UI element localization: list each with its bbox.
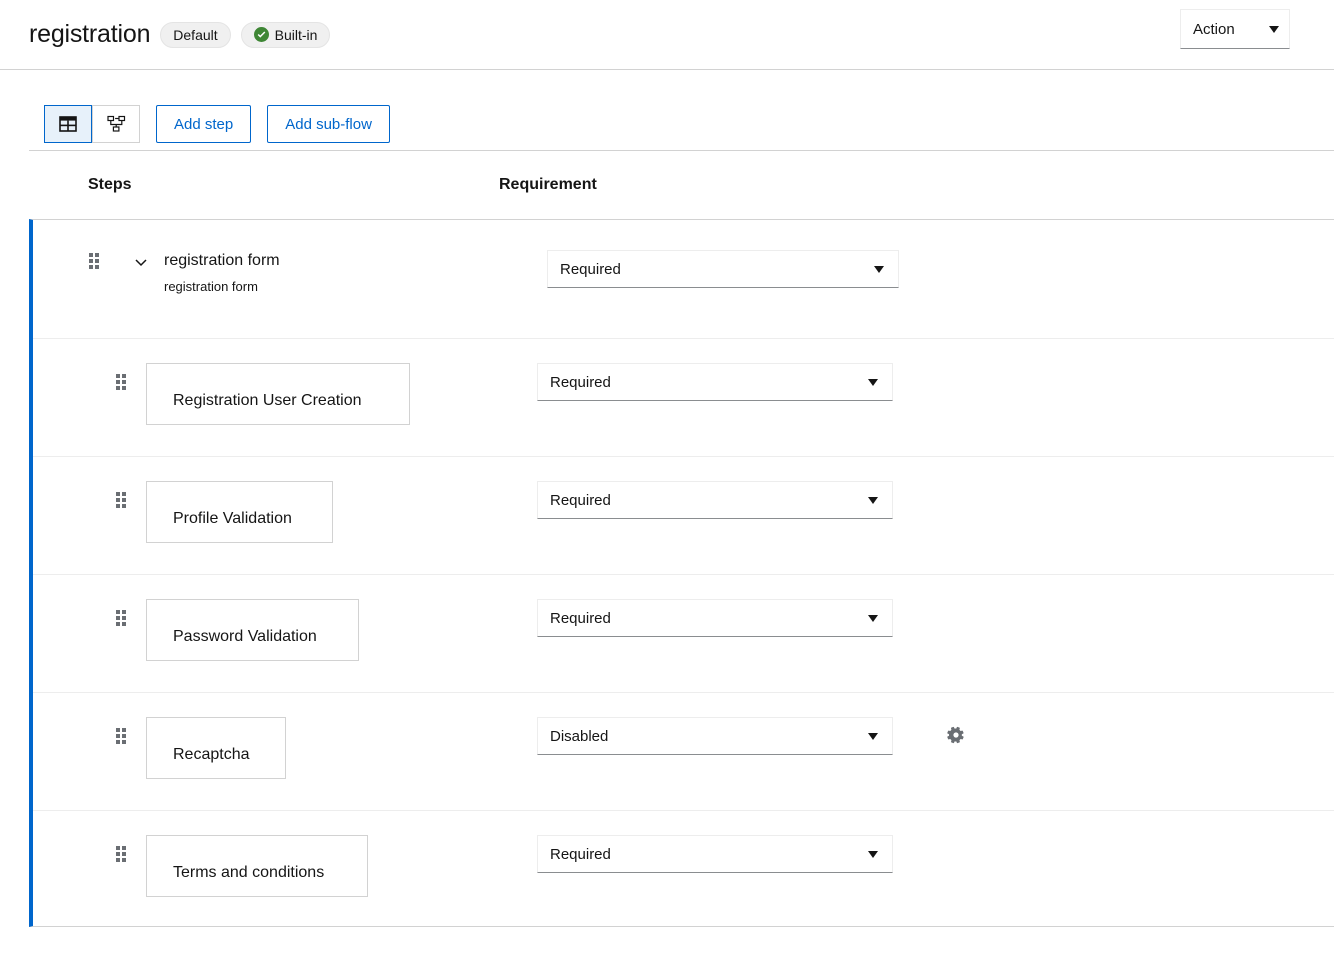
requirement-select[interactable]: Required	[537, 363, 893, 401]
flow-table: Steps Requirement registration form regi…	[29, 151, 1334, 927]
check-circle-icon	[254, 27, 269, 42]
table-icon	[59, 115, 77, 133]
page-header: registration Default Built-in Action	[0, 0, 1334, 70]
action-dropdown[interactable]: Action	[1180, 9, 1290, 49]
table-header-row: Steps Requirement	[29, 151, 1334, 219]
badge-label: Default	[173, 27, 217, 43]
drag-handle-icon[interactable]	[116, 610, 126, 626]
step-box[interactable]: Registration User Creation	[146, 363, 410, 425]
requirement-select[interactable]: Required	[547, 250, 899, 288]
add-sub-flow-button[interactable]: Add sub-flow	[267, 105, 390, 143]
drag-handle-icon[interactable]	[116, 846, 126, 862]
requirement-select[interactable]: Required	[537, 599, 893, 637]
step-box[interactable]: Password Validation	[146, 599, 359, 661]
step-box[interactable]: Recaptcha	[146, 717, 286, 779]
requirement-value: Required	[560, 261, 621, 278]
table-row: Registration User Creation Required	[33, 338, 1334, 456]
caret-down-icon	[868, 497, 878, 504]
step-box[interactable]: Profile Validation	[146, 481, 333, 543]
step-label: Profile Validation	[173, 510, 292, 528]
requirement-value: Required	[550, 492, 611, 509]
table-body: registration form registration form Requ…	[29, 219, 1334, 927]
requirement-value: Required	[550, 610, 611, 627]
requirement-value: Required	[550, 846, 611, 863]
requirement-select[interactable]: Required	[537, 835, 893, 873]
action-dropdown-label: Action	[1193, 21, 1235, 38]
drag-handle-icon[interactable]	[116, 492, 126, 508]
caret-down-icon	[868, 733, 878, 740]
table-row: Recaptcha Disabled	[33, 692, 1334, 810]
table-view-toggle[interactable]	[44, 105, 92, 143]
requirement-select[interactable]: Disabled	[537, 717, 893, 755]
status-badge-built-in: Built-in	[241, 22, 331, 48]
title-group: registration Default Built-in	[29, 22, 330, 48]
caret-down-icon	[1269, 26, 1279, 33]
caret-down-icon	[868, 851, 878, 858]
gear-icon[interactable]	[947, 726, 965, 744]
add-step-button[interactable]: Add step	[156, 105, 251, 143]
page-title: registration	[29, 22, 150, 47]
badge-label: Built-in	[275, 27, 318, 43]
view-toggle-group	[44, 105, 140, 143]
table-row: registration form registration form Requ…	[33, 220, 1334, 338]
table-row: Profile Validation Required	[33, 456, 1334, 574]
step-label: Recaptcha	[173, 746, 250, 764]
requirement-value: Disabled	[550, 728, 608, 745]
drag-handle-icon[interactable]	[116, 728, 126, 744]
caret-down-icon	[868, 615, 878, 622]
requirement-select[interactable]: Required	[537, 481, 893, 519]
requirement-value: Required	[550, 374, 611, 391]
table-row: Password Validation Required	[33, 574, 1334, 692]
diagram-icon	[107, 115, 126, 134]
table-row: Terms and conditions Required	[33, 810, 1334, 926]
column-header-requirement: Requirement	[499, 176, 899, 194]
caret-down-icon	[874, 266, 884, 273]
toolbar: Add step Add sub-flow	[0, 70, 1334, 150]
step-label: Registration User Creation	[173, 392, 362, 410]
drag-handle-icon[interactable]	[116, 374, 126, 390]
column-header-steps: Steps	[88, 176, 499, 194]
step-label: Terms and conditions	[173, 864, 324, 882]
caret-down-icon	[868, 379, 878, 386]
status-badge-default: Default	[160, 22, 230, 48]
step-label: Password Validation	[173, 628, 317, 646]
step-box[interactable]: Terms and conditions	[146, 835, 368, 897]
diagram-view-toggle[interactable]	[92, 105, 140, 143]
